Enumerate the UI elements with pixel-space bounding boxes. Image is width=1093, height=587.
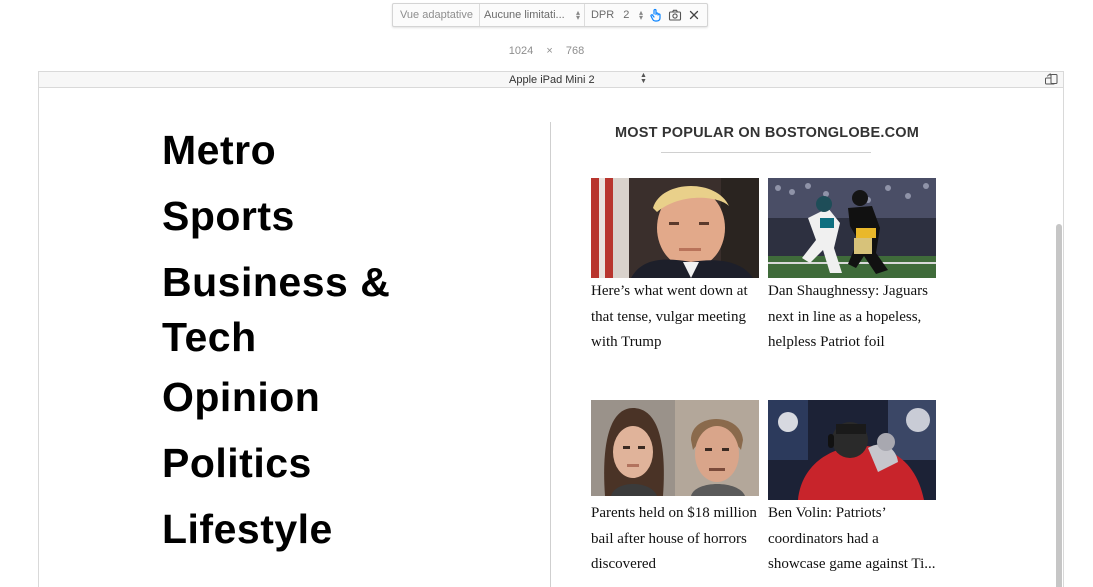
page-scrollbar[interactable] bbox=[1056, 224, 1062, 587]
most-popular-heading: MOST POPULAR ON BOSTONGLOBE.COM bbox=[615, 125, 919, 141]
heading-underline bbox=[661, 152, 871, 153]
nav-item-opinion[interactable]: Opinion bbox=[162, 377, 462, 418]
camera-icon[interactable] bbox=[667, 7, 683, 23]
column-divider bbox=[550, 122, 551, 587]
device-selector-bar: Apple iPad Mini 2 ▲ ▼ bbox=[38, 71, 1064, 88]
viewport-mode-label: Vue adaptative bbox=[393, 4, 480, 26]
story-headline[interactable]: Dan Shaughnessy: Jaguars next in line as… bbox=[768, 279, 936, 356]
dpr-label: DPR bbox=[590, 9, 615, 21]
section-nav: Metro Sports Business & Tech Opinion Pol… bbox=[162, 130, 462, 575]
nav-item-business-tech[interactable]: Business & Tech bbox=[162, 255, 462, 365]
dpr-select[interactable]: DPR 2 ▴ ▾ bbox=[585, 4, 645, 26]
device-viewport: Metro Sports Business & Tech Opinion Pol… bbox=[38, 88, 1064, 587]
touch-icon[interactable] bbox=[648, 7, 664, 23]
close-icon[interactable] bbox=[686, 7, 702, 23]
nav-item-politics[interactable]: Politics bbox=[162, 443, 462, 484]
story-headline[interactable]: Here’s what went down at that tense, vul… bbox=[591, 279, 759, 356]
viewport-width[interactable]: 1024 bbox=[509, 45, 533, 57]
football-photo[interactable] bbox=[768, 178, 936, 278]
viewport-height[interactable]: 768 bbox=[566, 45, 584, 57]
rotate-device-icon[interactable] bbox=[1044, 72, 1060, 88]
dimension-separator: × bbox=[546, 45, 553, 57]
device-select[interactable]: Apple iPad Mini 2 bbox=[509, 74, 595, 86]
throttling-select[interactable]: Aucune limitati... ▴ ▾ bbox=[480, 4, 585, 26]
responsive-toolbar: Vue adaptative Aucune limitati... ▴ ▾ DPR… bbox=[392, 3, 708, 27]
popular-story[interactable]: Ben Volin: Patriots’ coordinators had a … bbox=[768, 400, 936, 578]
viewport-dimensions: 1024 × 768 bbox=[0, 45, 1093, 57]
trump-photo[interactable] bbox=[591, 178, 759, 278]
nav-item-metro[interactable]: Metro bbox=[162, 130, 462, 171]
story-headline[interactable]: Parents held on $18 million bail after h… bbox=[591, 501, 759, 578]
throttling-value: Aucune limitati... bbox=[483, 9, 565, 21]
popular-story[interactable]: Here’s what went down at that tense, vul… bbox=[591, 178, 759, 356]
story-headline[interactable]: Ben Volin: Patriots’ coordinators had a … bbox=[768, 501, 936, 578]
nav-item-lifestyle[interactable]: Lifestyle bbox=[162, 509, 462, 550]
dpr-value: 2 bbox=[623, 9, 630, 21]
select-arrows-icon: ▴ ▾ bbox=[575, 8, 580, 22]
select-arrows-icon: ▴ ▾ bbox=[638, 8, 643, 22]
select-arrows-icon: ▲ ▼ bbox=[640, 72, 647, 85]
mugshots-photo[interactable] bbox=[591, 400, 759, 496]
popular-story[interactable]: Parents held on $18 million bail after h… bbox=[591, 400, 759, 578]
popular-story[interactable]: Dan Shaughnessy: Jaguars next in line as… bbox=[768, 178, 936, 356]
patriots-coach-photo[interactable] bbox=[768, 400, 936, 500]
nav-item-sports[interactable]: Sports bbox=[162, 196, 462, 237]
